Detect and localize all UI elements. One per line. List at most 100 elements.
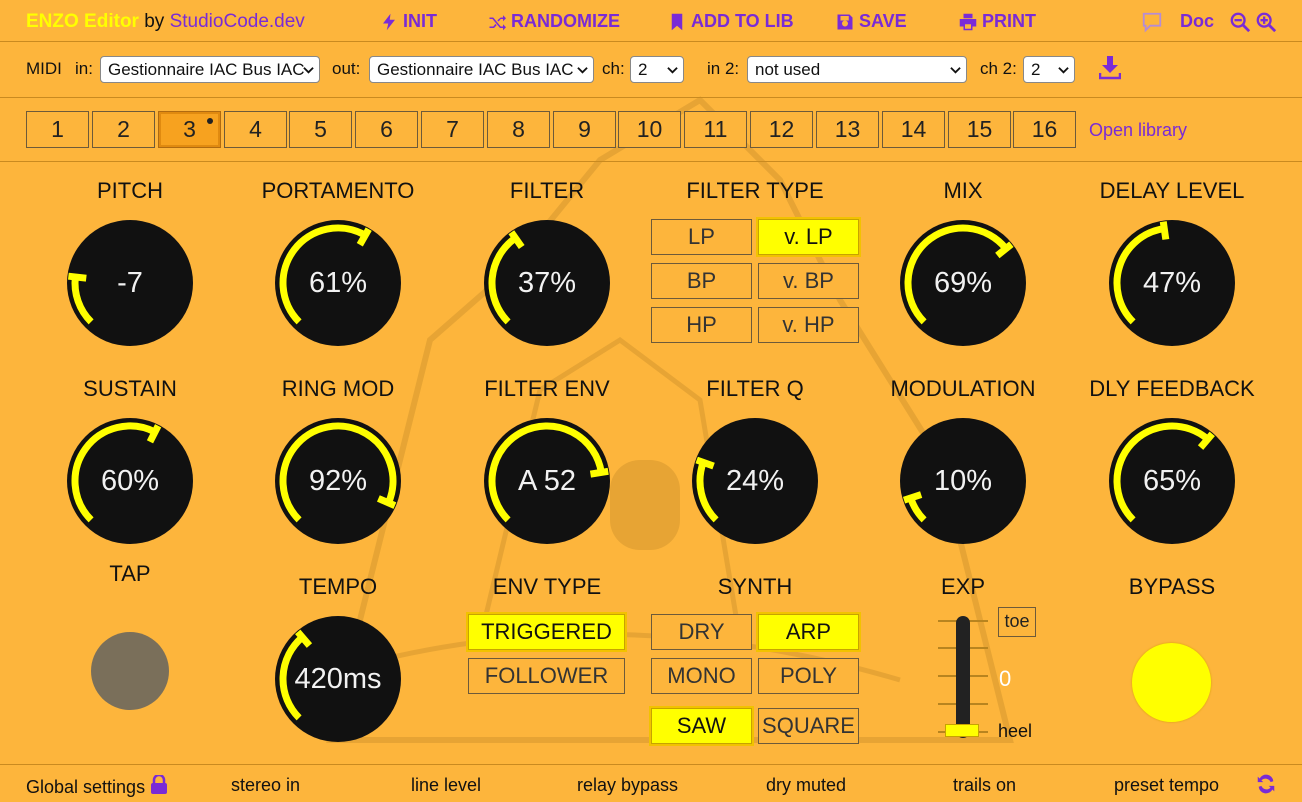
midi-ch2-select[interactable]: 2 — [1023, 56, 1075, 83]
tempo-knob[interactable]: 420ms — [274, 615, 402, 743]
preset-button-7[interactable]: 7 — [421, 111, 484, 148]
comment-button[interactable] — [1141, 11, 1163, 33]
synth-poly-button[interactable]: POLY — [758, 658, 859, 694]
preset-button-15[interactable]: 15 — [948, 111, 1011, 148]
filter-hp-button[interactable]: HP — [651, 307, 752, 343]
preset-button-8[interactable]: 8 — [487, 111, 550, 148]
print-button[interactable]: PRINT — [959, 11, 1036, 32]
preset-button-4[interactable]: 4 — [224, 111, 287, 148]
refresh-icon — [1257, 774, 1275, 794]
preset-button-3[interactable]: 3 — [158, 111, 221, 148]
exp-toe-button[interactable]: toe — [998, 607, 1036, 637]
modulation-knob[interactable]: 10% — [899, 417, 1027, 545]
env-type-label: ENV TYPE — [492, 574, 602, 599]
open-library-link[interactable]: Open library — [1089, 120, 1187, 141]
dry-muted-setting[interactable]: dry muted — [766, 775, 846, 796]
midi-ch-select[interactable]: 2 — [630, 56, 684, 83]
dly-feedback-knob[interactable]: 65% — [1108, 417, 1236, 545]
brand-by: by — [144, 11, 165, 32]
tempo-label: TEMPO — [298, 574, 378, 599]
preset-button-1[interactable]: 1 — [26, 111, 89, 148]
ring-mod-knob[interactable]: 92% — [274, 417, 402, 545]
midi-in-value: Gestionnaire IAC Bus IAC — [108, 60, 305, 79]
stereo-in-setting[interactable]: stereo in — [231, 775, 300, 796]
env-triggered-button[interactable]: TRIGGERED — [468, 614, 625, 650]
exp-value: 0 — [999, 666, 1012, 691]
comment-icon — [1142, 12, 1162, 33]
exp-slider-track[interactable] — [956, 616, 970, 738]
mix-label: MIX — [943, 178, 983, 203]
preset-tempo-setting[interactable]: preset tempo — [1114, 775, 1219, 796]
midi-out-select[interactable]: Gestionnaire IAC Bus IAC — [369, 56, 594, 83]
sustain-knob[interactable]: 60% — [66, 417, 194, 545]
zoom-in-icon — [1256, 12, 1277, 33]
tap-button[interactable] — [91, 632, 169, 710]
pitch-label: PITCH — [97, 178, 163, 203]
tap-label: TAP — [109, 561, 151, 586]
preset-button-12[interactable]: 12 — [750, 111, 813, 148]
app-name: ENZO Editor — [26, 11, 139, 32]
synth-arp-button[interactable]: ARP — [758, 614, 859, 650]
add-to-lib-button[interactable]: ADD TO LIB — [668, 11, 794, 32]
filter-lp-button[interactable]: LP — [651, 219, 752, 255]
filter-knob[interactable]: 37% — [483, 219, 611, 347]
chevron-down-icon — [667, 67, 678, 74]
synth-label: SYNTH — [717, 574, 793, 599]
bypass-button[interactable] — [1132, 643, 1211, 722]
floppy-icon — [837, 14, 853, 29]
delay-level-knob[interactable]: 47% — [1108, 219, 1236, 347]
zoom-out-button[interactable] — [1229, 11, 1251, 33]
zoom-out-icon — [1230, 12, 1251, 33]
init-button[interactable]: INIT — [380, 11, 437, 32]
doc-link[interactable]: Doc — [1180, 11, 1214, 32]
preset-button-5[interactable]: 5 — [289, 111, 352, 148]
preset-button-9[interactable]: 9 — [553, 111, 616, 148]
preset-button-10[interactable]: 10 — [618, 111, 681, 148]
preset-button-11[interactable]: 11 — [684, 111, 747, 148]
preset-button-16[interactable]: 16 — [1013, 111, 1076, 148]
relay-bypass-setting[interactable]: relay bypass — [577, 775, 678, 796]
download-button[interactable] — [1098, 54, 1122, 80]
filter-vbp-button[interactable]: v. BP — [758, 263, 859, 299]
filter-vlp-button[interactable]: v. LP — [758, 219, 859, 255]
print-label: PRINT — [982, 11, 1036, 31]
filter-bp-button[interactable]: BP — [651, 263, 752, 299]
synth-square-button[interactable]: SQUARE — [758, 708, 859, 744]
filter-env-knob[interactable]: A 52 — [483, 417, 611, 545]
midi-in-label: in: — [75, 59, 93, 78]
synth-dry-button[interactable]: DRY — [651, 614, 752, 650]
synth-saw-button[interactable]: SAW — [651, 708, 752, 744]
midi-ch2-value: 2 — [1031, 60, 1041, 79]
env-follower-button[interactable]: FOLLOWER — [468, 658, 625, 694]
trails-on-setting[interactable]: trails on — [953, 775, 1016, 796]
global-settings-bar: Global settings stereo in line level rel… — [0, 764, 1302, 802]
bypass-label: BYPASS — [1128, 574, 1216, 599]
filter-q-knob[interactable]: 24% — [691, 417, 819, 545]
filter-env-value: A 52 — [517, 465, 577, 497]
synth-mono-button[interactable]: MONO — [651, 658, 752, 694]
preset-button-13[interactable]: 13 — [816, 111, 879, 148]
studio-link[interactable]: StudioCode.dev — [170, 11, 305, 32]
save-button[interactable]: SAVE — [836, 11, 907, 32]
midi-in-select[interactable]: Gestionnaire IAC Bus IAC — [100, 56, 320, 83]
filter-q-label: FILTER Q — [706, 376, 804, 401]
randomize-button[interactable]: RANDOMIZE — [488, 11, 620, 32]
filter-vhp-button[interactable]: v. HP — [758, 307, 859, 343]
portamento-knob[interactable]: 61% — [274, 219, 402, 347]
midi-in2-select[interactable]: not used — [747, 56, 967, 83]
mix-value: 69% — [933, 267, 993, 299]
shuffle-icon — [489, 14, 506, 30]
exp-slider-handle[interactable] — [945, 724, 979, 737]
preset-button-2[interactable]: 2 — [92, 111, 155, 148]
preset-button-14[interactable]: 14 — [882, 111, 945, 148]
pitch-knob[interactable]: -7 — [66, 219, 194, 347]
filter-env-label: FILTER ENV — [484, 376, 610, 401]
refresh-button[interactable] — [1255, 773, 1277, 798]
filter-value: 37% — [517, 267, 577, 299]
preset-button-6[interactable]: 6 — [355, 111, 418, 148]
chevron-down-icon — [950, 67, 961, 74]
global-settings-button[interactable]: Global settings — [26, 773, 168, 798]
line-level-setting[interactable]: line level — [411, 775, 481, 796]
zoom-in-button[interactable] — [1255, 11, 1277, 33]
mix-knob[interactable]: 69% — [899, 219, 1027, 347]
